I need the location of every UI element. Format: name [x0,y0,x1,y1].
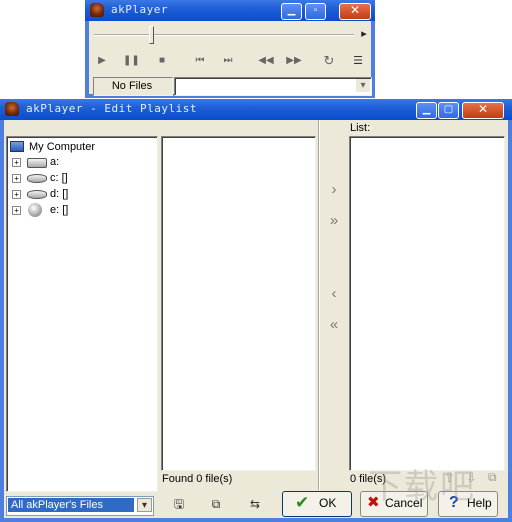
hard-drive-icon [27,174,47,183]
expand-icon[interactable]: + [12,174,21,183]
floppy-drive-icon [27,158,47,168]
menu-arrow-icon[interactable]: ▸ [359,27,369,40]
track-dropdown[interactable]: ▾ [174,77,372,96]
player-title: akPlayer [111,3,168,16]
rewind-icon[interactable]: ◀◀ [257,55,275,66]
dropdown-arrow-icon[interactable]: ▾ [356,79,370,92]
files-status-label: No Files [111,80,153,92]
filter-value: All akPlayer's Files [11,499,103,511]
repeat-icon[interactable]: ↻ [321,53,337,69]
expand-icon[interactable]: + [12,206,21,215]
remove-all-icon[interactable]: « [326,316,342,333]
shuffle-icon[interactable]: ⧉ [488,470,497,485]
editor-titlebar[interactable]: akPlayer - Edit Playlist ▁ ▢ ✕ [0,99,512,120]
play-icon[interactable]: ▶ [95,55,109,66]
save-playlist-icon[interactable]: 🖫 [168,494,190,514]
checkmark-icon: ✔ [295,493,310,512]
close-button[interactable]: ✕ [339,3,371,20]
playlist-icon[interactable]: ☰ [351,54,365,67]
pause-icon[interactable]: ❚❚ [123,55,140,66]
expand-icon[interactable]: + [12,158,21,167]
folder-tree[interactable]: My Computer + a: + c: [] + d: [] + e: [] [6,136,158,492]
expand-icon[interactable]: + [12,190,21,199]
drive-label: a: [50,156,60,168]
akplayer-icon [90,3,104,17]
seek-track [94,34,354,36]
drive-label: e: [] [50,204,69,216]
tree-root-label: My Computer [29,141,96,153]
move-files-icon[interactable]: ⇆ [244,494,266,514]
network-drive-icon [28,203,42,217]
playlist-list[interactable] [349,136,505,471]
fast-forward-icon[interactable]: ▶▶ [285,55,303,66]
player-body: ▸ ▶ ❚❚ ■ ⏮ ⏭ ◀◀ ▶▶ ↻ ☰ No Files ▾ [89,21,372,96]
hard-drive-icon [27,190,47,199]
watermark: 下载吧 [368,467,476,507]
player-titlebar[interactable]: akPlayer ▁ ▫ ✕ [85,0,375,21]
maximize-button[interactable]: ▢ [438,102,459,119]
computer-icon [10,141,24,152]
maximize-button[interactable]: ▫ [305,3,326,20]
add-all-icon[interactable]: » [326,212,342,229]
remove-selected-icon[interactable]: ‹ [326,285,342,302]
files-status-box: No Files [93,77,173,96]
close-button[interactable]: ✕ [462,102,504,119]
file-type-filter[interactable]: All akPlayer's Files ▾ [6,496,154,516]
akplayer-icon [5,102,19,116]
editor-title: akPlayer - Edit Playlist [26,102,197,115]
copy-files-icon[interactable]: ⧉ [205,494,227,514]
seek-thumb[interactable] [149,26,154,44]
player-window: akPlayer ▁ ▫ ✕ ▸ ▶ ❚❚ ■ ⏮ ⏭ ◀◀ ▶▶ ↻ ☰ No… [85,0,375,98]
ok-button[interactable]: ✔ OK [282,491,352,517]
drive-label: d: [] [50,188,69,200]
previous-track-icon[interactable]: ⏮ [191,55,209,66]
found-count-label: Found 0 file(s) [162,473,233,485]
dropdown-arrow-icon[interactable]: ▾ [137,498,152,512]
seek-bar[interactable] [94,24,354,44]
splitter[interactable] [318,120,320,490]
minimize-button[interactable]: ▁ [281,3,302,20]
next-track-icon[interactable]: ⏭ [219,55,237,66]
minimize-button[interactable]: ▁ [416,102,437,119]
ok-label: OK [319,496,337,510]
stop-icon[interactable]: ■ [155,55,169,66]
found-files-list[interactable] [161,136,316,471]
add-selected-icon[interactable]: › [326,181,342,198]
drive-label: c: [] [50,172,68,184]
list-label: List: [350,122,371,134]
